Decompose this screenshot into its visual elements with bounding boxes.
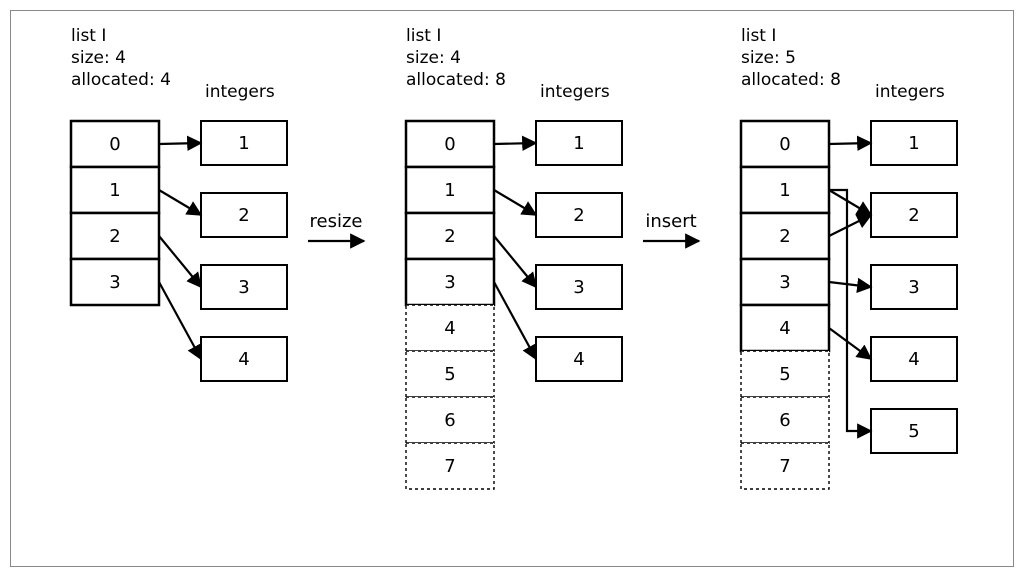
pointer-before-3: [159, 282, 201, 359]
slot-index-1: 1: [779, 180, 790, 201]
slot-index-7: 7: [779, 456, 790, 477]
integer-value-1: 1: [573, 133, 584, 154]
integer-value-1: 1: [908, 133, 919, 154]
pointer-before-0: [159, 143, 201, 144]
panel-before: list Isize: 4allocated: 4 integers 0 1 2 3 1 2 3…: [71, 26, 287, 381]
pointer-after_resize-2: [494, 236, 536, 287]
integer-value-4: 4: [573, 349, 584, 370]
slot-index-0: 0: [444, 134, 455, 155]
slot-index-5: 5: [444, 364, 455, 385]
panel-after_resize: list Isize: 4allocated: 8 integers 0 1 2 3 4 5 6…: [406, 26, 622, 489]
list-title: list I: [71, 26, 106, 46]
list-size: size: 5: [741, 48, 796, 68]
pointer-after_resize-1: [494, 190, 536, 215]
pointer-after_insert-4: [829, 328, 871, 359]
slot-index-3: 3: [109, 272, 120, 293]
slot-index-5: 5: [779, 364, 790, 385]
integer-value-3: 3: [238, 277, 249, 298]
slot-index-1: 1: [444, 180, 455, 201]
integer-value-2: 2: [573, 205, 584, 226]
slot-index-6: 6: [779, 410, 790, 431]
integer-value-2: 2: [238, 205, 249, 226]
integer-value-2: 2: [908, 205, 919, 226]
integer-value-1: 1: [238, 133, 249, 154]
slot-index-4: 4: [444, 318, 455, 339]
slot-index-4: 4: [779, 318, 790, 339]
panel-after_insert: list Isize: 5allocated: 8 integers 0 1 2 3 4 5 6…: [741, 26, 957, 489]
slot-index-0: 0: [109, 134, 120, 155]
operation-label-resize: resize: [310, 211, 363, 232]
list-title: list I: [406, 26, 441, 46]
slot-index-6: 6: [444, 410, 455, 431]
slot-index-2: 2: [109, 226, 120, 247]
pointer-after_resize-3: [494, 282, 536, 359]
pointer-after_insert-0: [829, 143, 871, 144]
list-size: size: 4: [71, 48, 126, 68]
list-title: list I: [741, 26, 776, 46]
slot-index-0: 0: [779, 134, 790, 155]
slot-index-3: 3: [779, 272, 790, 293]
list-allocated: allocated: 8: [406, 70, 506, 90]
diagram-page: list Isize: 4allocated: 4integers0123123…: [0, 0, 1024, 577]
slot-index-2: 2: [444, 226, 455, 247]
pointer-before-1: [159, 190, 201, 215]
integers-heading: integers: [205, 82, 275, 102]
pointer-after_insert-2: [829, 215, 871, 236]
slot-index-3: 3: [444, 272, 455, 293]
integers-heading: integers: [540, 82, 610, 102]
integer-value-4: 4: [908, 349, 919, 370]
pointer-before-2: [159, 236, 201, 287]
operation-label-insert: insert: [645, 211, 696, 232]
list-size: size: 4: [406, 48, 461, 68]
pointer-after_insert-3: [829, 282, 871, 287]
integer-value-3: 3: [908, 277, 919, 298]
integers-heading: integers: [875, 82, 945, 102]
pointer-after_resize-0: [494, 143, 536, 144]
list-allocated: allocated: 4: [71, 70, 171, 90]
integer-value-3: 3: [573, 277, 584, 298]
integer-value-4: 4: [238, 349, 249, 370]
diagram-svg: list Isize: 4allocated: 4integers0123123…: [11, 11, 1015, 568]
diagram-frame: list Isize: 4allocated: 4integers0123123…: [10, 10, 1014, 567]
pointer-after_insert-1: [829, 190, 871, 215]
integer-value-5: 5: [908, 421, 919, 442]
list-allocated: allocated: 8: [741, 70, 841, 90]
slot-index-7: 7: [444, 456, 455, 477]
slot-index-2: 2: [779, 226, 790, 247]
slot-index-1: 1: [109, 180, 120, 201]
